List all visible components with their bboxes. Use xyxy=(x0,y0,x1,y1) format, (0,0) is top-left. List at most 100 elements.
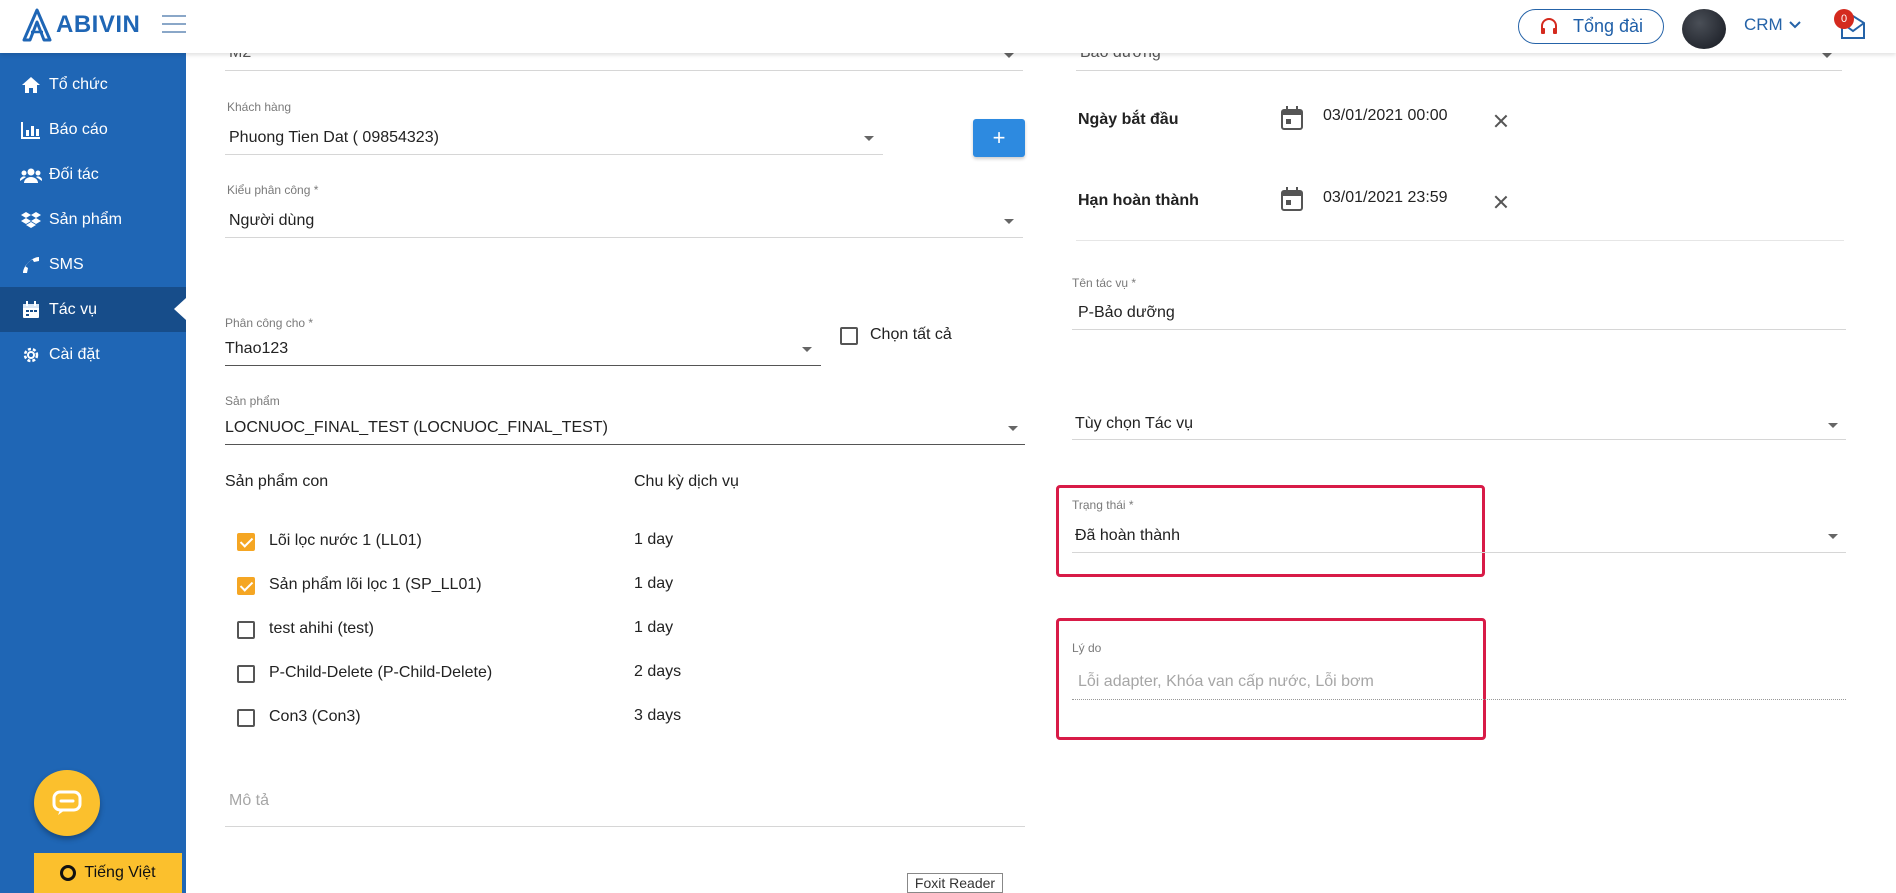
sidebar-item-label: Báo cáo xyxy=(49,120,108,138)
reason-input[interactable]: Lỗi adapter, Khóa van cấp nước, Lỗi bơm xyxy=(1078,673,1374,691)
chat-button[interactable] xyxy=(34,770,100,836)
assign-to-underline xyxy=(225,365,821,366)
subproduct-cycle: 1 day xyxy=(634,575,674,592)
product-select[interactable]: LOCNUOC_FINAL_TEST (LOCNUOC_FINAL_TEST) xyxy=(225,419,608,437)
clear-due-date-icon[interactable] xyxy=(1494,195,1508,209)
due-date-label: Hạn hoàn thành xyxy=(1078,192,1199,209)
subproduct-cycle: 2 days xyxy=(634,663,682,680)
hotline-button[interactable]: Tổng đài xyxy=(1518,9,1664,44)
subproduct-cycle: 1 day xyxy=(634,619,674,636)
subproduct-checkbox[interactable] xyxy=(237,621,255,639)
task-name-underline xyxy=(1072,329,1846,330)
reason-underline xyxy=(1072,699,1846,700)
description-input[interactable]: Mô tả xyxy=(229,792,269,810)
status-label: Trạng thái * xyxy=(1072,498,1134,512)
top-right-underline xyxy=(1076,70,1842,71)
sidebar-item-sms[interactable]: SMS xyxy=(0,242,186,287)
chevron-down-icon xyxy=(1789,21,1801,29)
service-cycle-column-header: Chu kỳ dịch vụ xyxy=(634,473,739,490)
sidebar-item-products[interactable]: Sản phẩm xyxy=(0,197,186,242)
top-bar: ABIVIN Tổng đài CRM 0 xyxy=(0,0,1896,53)
subproduct-name: Con3 (Con3) xyxy=(269,708,361,725)
top-right-dropdown-icon[interactable] xyxy=(1822,53,1832,58)
top-left-dropdown-icon[interactable] xyxy=(1004,53,1014,58)
calendar-icon[interactable] xyxy=(1281,106,1303,130)
status-select[interactable]: Đã hoàn thành xyxy=(1075,527,1180,545)
product-underline xyxy=(225,444,1025,445)
notification-badge: 0 xyxy=(1834,9,1854,29)
sidebar-item-label: Tác vụ xyxy=(49,300,98,318)
subproduct-column-header: Sản phẩm con xyxy=(225,473,329,490)
due-date-input[interactable]: 03/01/2021 23:59 xyxy=(1323,189,1448,207)
sidebar-item-label: Đối tác xyxy=(49,165,99,183)
task-option-select[interactable]: Tùy chọn Tác vụ xyxy=(1075,415,1193,433)
task-name-label: Tên tác vụ * xyxy=(1072,276,1137,290)
sidebar-item-label: Sản phẩm xyxy=(49,210,122,228)
product-dropdown-icon[interactable] xyxy=(1008,426,1018,431)
globe-icon xyxy=(60,865,77,881)
chat-icon xyxy=(52,790,82,815)
foxit-reader-tooltip: Foxit Reader xyxy=(907,873,1003,893)
home-icon xyxy=(17,76,45,94)
phone-icon xyxy=(17,256,45,274)
task-option-underline xyxy=(1072,439,1846,440)
user-menu[interactable]: CRM xyxy=(1744,15,1801,35)
sidebar-item-partners[interactable]: Đối tác xyxy=(0,152,186,197)
customer-dropdown-icon[interactable] xyxy=(864,136,874,141)
add-customer-button[interactable]: + xyxy=(973,119,1025,157)
subproduct-name: P-Child-Delete (P-Child-Delete) xyxy=(269,664,493,681)
clear-start-date-icon[interactable] xyxy=(1494,114,1508,128)
sidebar-item-settings[interactable]: Cài đặt xyxy=(0,332,186,377)
assign-to-dropdown-icon[interactable] xyxy=(802,347,812,352)
subproduct-name: Lõi lọc nước 1 (LL01) xyxy=(269,532,422,549)
subproduct-cycle: 3 days xyxy=(634,707,682,724)
logo-mark-icon xyxy=(22,8,52,42)
customer-label: Khách hàng xyxy=(227,100,292,114)
menu-toggle-icon[interactable] xyxy=(162,15,186,35)
top-left-underline xyxy=(225,70,1023,71)
gear-icon xyxy=(17,345,45,365)
subproduct-cycle: 1 day xyxy=(634,531,674,548)
sidebar-item-reports[interactable]: Báo cáo xyxy=(0,107,186,152)
start-date-input[interactable]: 03/01/2021 00:00 xyxy=(1323,107,1448,125)
subproduct-checkbox[interactable] xyxy=(237,709,255,727)
sidebar-item-label: Tổ chức xyxy=(49,75,108,93)
status-underline xyxy=(1072,552,1846,553)
calendar-icon xyxy=(17,300,45,319)
logo-text: ABIVIN xyxy=(56,11,141,38)
subproduct-checkbox[interactable] xyxy=(237,533,255,551)
avatar[interactable] xyxy=(1682,9,1726,49)
sidebar-item-organization[interactable]: Tổ chức xyxy=(0,62,186,107)
assign-to-select[interactable]: Thao123 xyxy=(225,340,288,358)
language-selector[interactable]: Tiếng Việt xyxy=(34,853,182,893)
subproduct-checkbox[interactable] xyxy=(237,577,255,595)
dropbox-icon xyxy=(17,211,45,229)
abivin-logo[interactable]: ABIVIN xyxy=(22,8,140,42)
sidebar-item-label: SMS xyxy=(49,255,84,273)
select-all-checkbox[interactable] xyxy=(840,327,858,345)
user-menu-label: CRM xyxy=(1744,15,1783,34)
assign-type-underline xyxy=(225,237,1023,238)
task-option-dropdown-icon[interactable] xyxy=(1828,423,1838,428)
assign-to-label: Phân công cho * xyxy=(225,316,314,330)
reason-label: Lý do xyxy=(1072,641,1102,655)
subproduct-checkbox[interactable] xyxy=(237,665,255,683)
assign-type-dropdown-icon[interactable] xyxy=(1004,219,1014,224)
customer-underline xyxy=(225,154,883,155)
status-dropdown-icon[interactable] xyxy=(1828,534,1838,539)
customer-select[interactable]: Phuong Tien Dat ( 09854323) xyxy=(229,129,439,147)
subproduct-name: Sản phẩm lõi lọc 1 (SP_LL01) xyxy=(269,576,482,593)
sidebar-item-tasks[interactable]: Tác vụ xyxy=(0,287,186,332)
hotline-label: Tổng đài xyxy=(1572,16,1644,36)
select-all-label: Chọn tất cả xyxy=(870,326,952,343)
task-name-input[interactable]: P-Bảo dưỡng xyxy=(1078,304,1175,322)
subproduct-name: test ahihi (test) xyxy=(269,620,374,637)
calendar-icon[interactable] xyxy=(1281,187,1303,211)
sidebar-item-label: Cài đặt xyxy=(49,345,100,363)
product-label: Sản phẩm xyxy=(225,394,280,408)
assign-type-select[interactable]: Người dùng xyxy=(229,212,314,230)
language-label: Tiếng Việt xyxy=(84,864,156,881)
users-icon xyxy=(17,167,45,183)
bar-chart-icon xyxy=(17,121,45,139)
sidebar: Tổ chức Báo cáo Đối tác Sản phẩm SMS Tác… xyxy=(0,53,186,893)
